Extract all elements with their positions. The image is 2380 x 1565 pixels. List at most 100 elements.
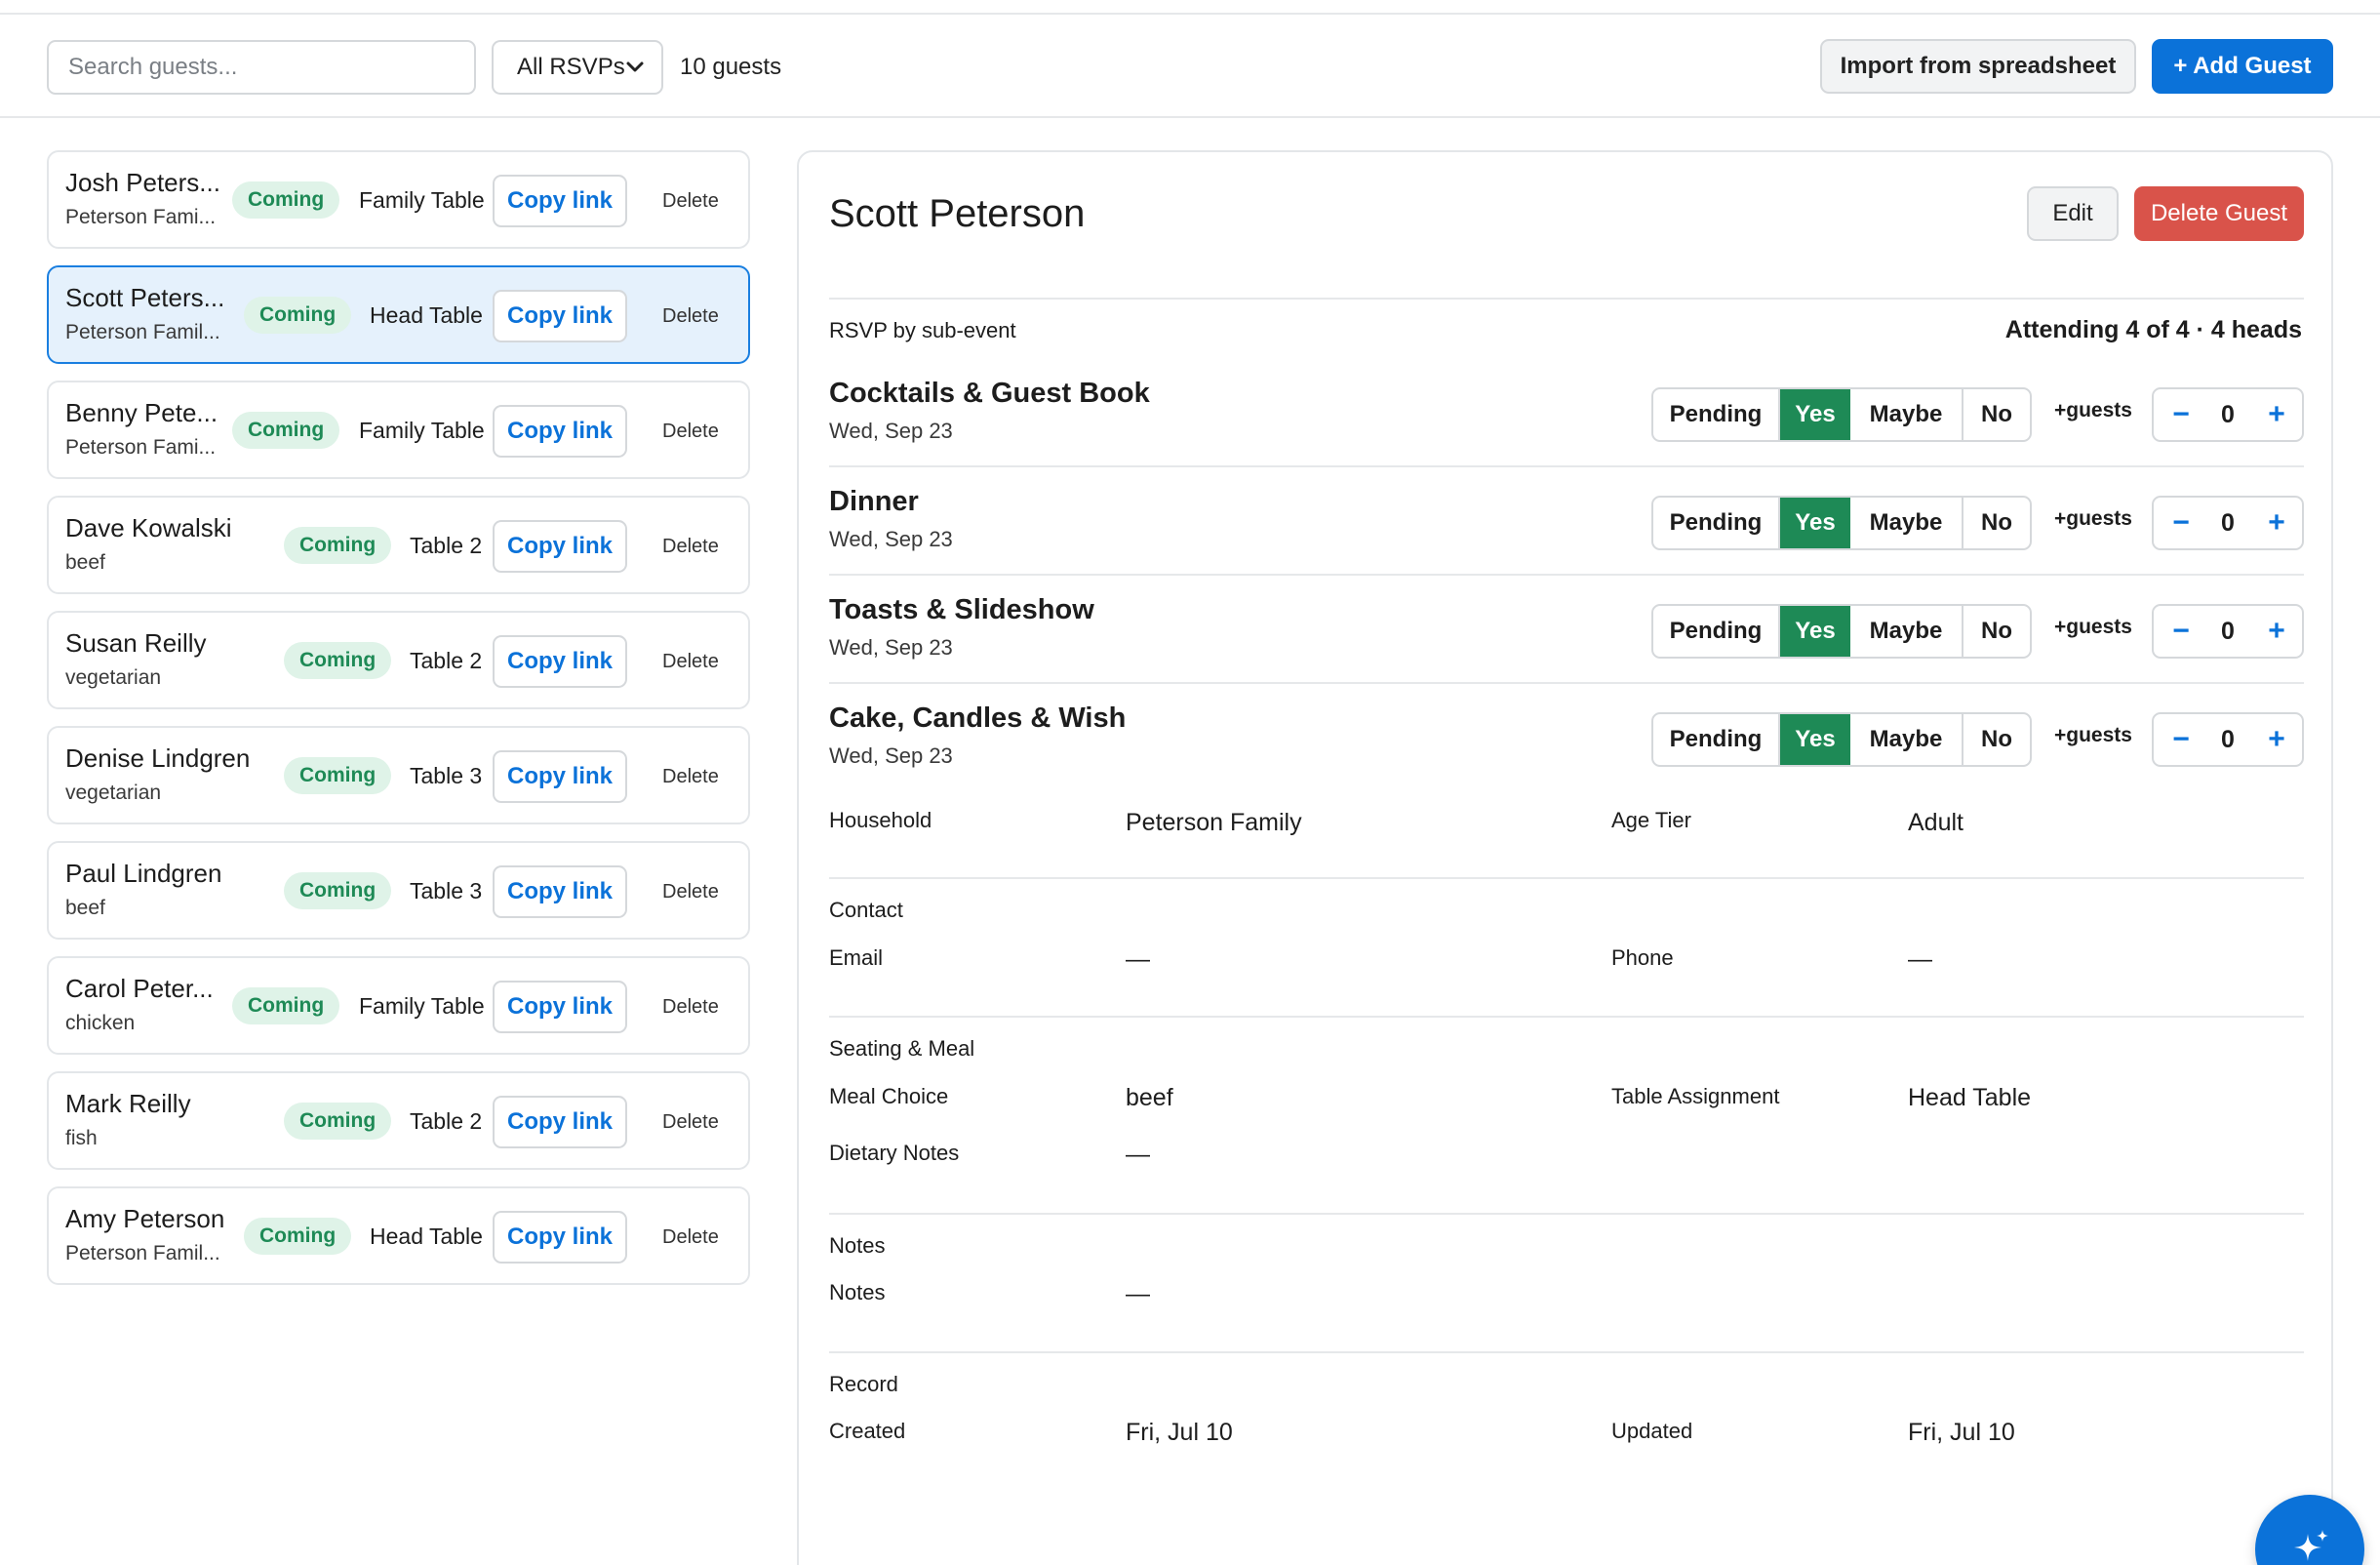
- divider: [829, 877, 2304, 879]
- increment-button[interactable]: +: [2264, 498, 2289, 548]
- copy-link-button[interactable]: Copy link: [493, 865, 627, 918]
- guest-row[interactable]: Mark Reilly fish Coming Table 2 Copy lin…: [47, 1071, 750, 1170]
- delete-guest-link[interactable]: Delete: [662, 1096, 719, 1148]
- rsvp-option-yes[interactable]: Yes: [1780, 606, 1850, 657]
- rsvp-segmented-control: Pending Yes Maybe No: [1651, 712, 2032, 767]
- sub-event-row: Dinner Wed, Sep 23 Pending Yes Maybe No …: [829, 486, 2304, 574]
- guest-row[interactable]: Dave Kowalski beef Coming Table 2 Copy l…: [47, 496, 750, 594]
- rsvp-option-pending[interactable]: Pending: [1653, 389, 1780, 440]
- rsvp-option-pending[interactable]: Pending: [1653, 606, 1780, 657]
- rsvp-option-no[interactable]: No: [1964, 498, 2030, 548]
- delete-guest-link[interactable]: Delete: [662, 750, 719, 803]
- search-input[interactable]: [47, 40, 476, 95]
- rsvp-option-pending[interactable]: Pending: [1653, 498, 1780, 548]
- sub-event-name: Cake, Candles & Wish: [829, 702, 1127, 734]
- rsvp-option-yes[interactable]: Yes: [1780, 714, 1850, 765]
- rsvp-option-pending[interactable]: Pending: [1653, 714, 1780, 765]
- created-value: Fri, Jul 10: [1126, 1419, 1233, 1446]
- notes-label: Notes: [829, 1280, 886, 1304]
- meal-choice-value: beef: [1126, 1084, 1173, 1111]
- edit-button[interactable]: Edit: [2027, 186, 2119, 241]
- sub-event-date: Wed, Sep 23: [829, 419, 953, 443]
- rsvp-option-yes[interactable]: Yes: [1780, 498, 1850, 548]
- guest-row[interactable]: Carol Peter... chicken Coming Family Tab…: [47, 956, 750, 1055]
- delete-guest-link[interactable]: Delete: [662, 520, 719, 573]
- add-guest-button[interactable]: + Add Guest: [2152, 39, 2333, 94]
- guest-name: Dave Kowalski: [65, 513, 232, 542]
- guest-table: Table 3: [410, 763, 483, 788]
- stepper-value: 0: [2221, 618, 2235, 645]
- page-title: Scott Peterson: [829, 192, 1086, 235]
- rsvp-option-maybe[interactable]: Maybe: [1850, 389, 1964, 440]
- rsvp-option-maybe[interactable]: Maybe: [1850, 714, 1964, 765]
- guest-name: Susan Reilly: [65, 628, 207, 658]
- delete-guest-link[interactable]: Delete: [662, 405, 719, 458]
- increment-button[interactable]: +: [2264, 389, 2289, 440]
- email-label: Email: [829, 945, 884, 970]
- rsvp-segmented-control: Pending Yes Maybe No: [1651, 604, 2032, 659]
- copy-link-button[interactable]: Copy link: [493, 981, 627, 1033]
- delete-guest-link[interactable]: Delete: [662, 981, 719, 1033]
- guest-subtitle: Peterson Fami...: [65, 206, 217, 228]
- guest-row-selected[interactable]: Scott Peters... Peterson Famil... Coming…: [47, 265, 750, 364]
- divider: [829, 1213, 2304, 1215]
- decrement-button[interactable]: −: [2168, 498, 2194, 548]
- guest-row[interactable]: Benny Pete... Peterson Fami... Coming Fa…: [47, 381, 750, 479]
- rsvp-option-maybe[interactable]: Maybe: [1850, 498, 1964, 548]
- delete-guest-link[interactable]: Delete: [662, 175, 719, 227]
- sub-event-name: Cocktails & Guest Book: [829, 378, 1150, 409]
- status-badge: Coming: [284, 872, 392, 909]
- rsvp-section-label: RSVP by sub-event: [829, 318, 1016, 342]
- guest-row[interactable]: Susan Reilly vegetarian Coming Table 2 C…: [47, 611, 750, 709]
- plus-guests-label: +guests: [2054, 399, 2132, 421]
- sub-event-row: Cake, Candles & Wish Wed, Sep 23 Pending…: [829, 702, 2304, 790]
- status-badge: Coming: [284, 757, 392, 794]
- copy-link-button[interactable]: Copy link: [493, 635, 627, 688]
- guest-subtitle: Peterson Fami...: [65, 436, 217, 459]
- delete-guest-link[interactable]: Delete: [662, 865, 719, 918]
- delete-guest-link[interactable]: Delete: [662, 1211, 719, 1264]
- household-value: Peterson Family: [1126, 809, 1302, 836]
- rsvp-option-no[interactable]: No: [1964, 714, 2030, 765]
- sub-event-date: Wed, Sep 23: [829, 635, 953, 660]
- sub-event-name: Dinner: [829, 486, 919, 517]
- guest-name: Mark Reilly: [65, 1089, 191, 1118]
- copy-link-button[interactable]: Copy link: [493, 1211, 627, 1264]
- guest-row[interactable]: Denise Lindgren vegetarian Coming Table …: [47, 726, 750, 824]
- rsvp-option-maybe[interactable]: Maybe: [1850, 606, 1964, 657]
- guest-table: Family Table: [359, 993, 485, 1019]
- guest-name: Benny Pete...: [65, 398, 218, 427]
- rsvp-option-no[interactable]: No: [1964, 606, 2030, 657]
- import-spreadsheet-button[interactable]: Import from spreadsheet: [1820, 39, 2136, 94]
- status-badge: Coming: [244, 1218, 352, 1255]
- delete-guest-button[interactable]: Delete Guest: [2134, 186, 2304, 241]
- copy-link-button[interactable]: Copy link: [493, 1096, 627, 1148]
- rsvp-filter-select[interactable]: All RSVPs: [492, 40, 663, 95]
- copy-link-button[interactable]: Copy link: [493, 520, 627, 573]
- delete-guest-link[interactable]: Delete: [662, 635, 719, 688]
- increment-button[interactable]: +: [2264, 714, 2289, 765]
- age-tier-value: Adult: [1908, 809, 1964, 836]
- guest-row[interactable]: Josh Peters... Peterson Fami... Coming F…: [47, 150, 750, 249]
- copy-link-button[interactable]: Copy link: [493, 405, 627, 458]
- guest-row[interactable]: Paul Lindgren beef Coming Table 3 Copy l…: [47, 841, 750, 940]
- table-assignment-value: Head Table: [1908, 1084, 2032, 1111]
- rsvp-option-yes[interactable]: Yes: [1780, 389, 1850, 440]
- guest-subtitle: fish: [65, 1127, 98, 1149]
- contact-section-title: Contact: [829, 898, 903, 922]
- increment-button[interactable]: +: [2264, 606, 2289, 657]
- delete-guest-link[interactable]: Delete: [662, 290, 719, 342]
- copy-link-button[interactable]: Copy link: [493, 175, 627, 227]
- status-badge: Coming: [232, 181, 340, 219]
- rsvp-option-no[interactable]: No: [1964, 389, 2030, 440]
- decrement-button[interactable]: −: [2168, 606, 2194, 657]
- guest-name: Carol Peter...: [65, 974, 214, 1003]
- sub-event-name: Toasts & Slideshow: [829, 594, 1094, 625]
- decrement-button[interactable]: −: [2168, 714, 2194, 765]
- guest-row[interactable]: Amy Peterson Peterson Famil... Coming He…: [47, 1186, 750, 1285]
- copy-link-button[interactable]: Copy link: [493, 750, 627, 803]
- decrement-button[interactable]: −: [2168, 389, 2194, 440]
- copy-link-button[interactable]: Copy link: [493, 290, 627, 342]
- sparkle-icon: [2294, 1530, 2328, 1561]
- rsvp-filter-value: All RSVPs: [517, 54, 625, 80]
